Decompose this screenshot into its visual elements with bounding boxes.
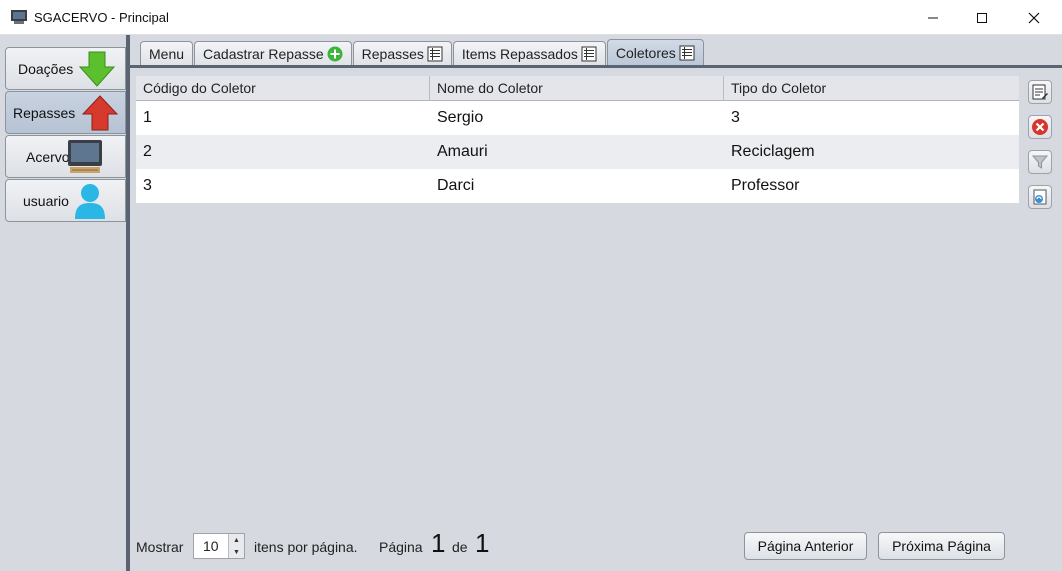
tab-cadastrar-repasse-label: Cadastrar Repasse — [203, 45, 324, 62]
list-icon — [581, 46, 597, 61]
close-icon — [1028, 12, 1040, 23]
table-row[interactable]: 1 Sergio 3 — [136, 101, 1019, 135]
table-cell: 2 — [143, 143, 152, 160]
table-cell: 3 — [731, 109, 740, 126]
coletores-table: Código do Coletor Nome do Coletor Tipo d… — [136, 76, 1019, 203]
edit-button[interactable] — [1028, 80, 1052, 104]
nav-acervo-button[interactable]: Acervo — [5, 135, 126, 178]
nav-repasses-label: Repasses — [13, 104, 76, 121]
side-toolbar — [1028, 80, 1052, 220]
table-cell: 1 — [143, 109, 152, 126]
page-of-label: de — [452, 539, 468, 555]
per-page-suffix: itens por página. — [254, 539, 358, 555]
table-row[interactable]: 3 Darci Professor — [136, 169, 1019, 203]
table-cell: 3 — [143, 177, 152, 194]
add-icon — [327, 46, 343, 61]
user-icon — [75, 184, 105, 219]
spinner-down-icon[interactable]: ▼ — [229, 546, 244, 558]
list-icon — [679, 45, 695, 60]
next-page-button[interactable]: Próxima Página — [878, 532, 1005, 560]
tab-items-repassados-label: Items Repassados — [461, 45, 578, 62]
edit-icon — [1032, 84, 1048, 100]
spinner-arrows: ▲ ▼ — [228, 534, 244, 558]
table-cell: Darci — [437, 177, 475, 194]
app-computer-icon — [11, 10, 27, 24]
pagination-bar: Mostrar 10 ▲ ▼ itens por página. Página … — [136, 528, 1016, 561]
tab-underline — [130, 65, 1062, 68]
close-button[interactable] — [1011, 0, 1057, 35]
items-per-page-spinner[interactable]: 10 ▲ ▼ — [193, 533, 245, 559]
nav-usuario-button[interactable]: usuario — [5, 179, 126, 222]
total-pages: 1 — [475, 528, 490, 558]
maximize-icon — [977, 12, 987, 23]
maximize-button[interactable] — [959, 0, 1005, 35]
minimize-icon — [928, 17, 938, 18]
content-panel: Menu Cadastrar Repasse Repasses Items Re… — [130, 35, 1062, 571]
tab-repasses-label: Repasses — [361, 45, 424, 62]
column-header-codigo[interactable]: Código do Coletor — [136, 76, 430, 100]
page-label: Página — [379, 539, 423, 555]
window-title: SGACERVO - Principal — [34, 10, 169, 25]
list-icon — [427, 46, 443, 61]
computer-icon — [68, 140, 102, 173]
nav-repasses-button[interactable]: Repasses — [5, 91, 126, 134]
nav-acervo-label: Acervo — [26, 148, 70, 165]
nav-usuario-label: usuario — [23, 192, 69, 209]
tab-cadastrar-repasse[interactable]: Cadastrar Repasse — [194, 41, 352, 65]
tab-coletores[interactable]: Coletores — [606, 39, 704, 65]
up-arrow-icon — [82, 95, 118, 131]
minimize-button[interactable] — [910, 0, 956, 35]
previous-page-button[interactable]: Página Anterior — [744, 532, 867, 560]
column-header-nome[interactable]: Nome do Coletor — [430, 76, 724, 100]
delete-button[interactable] — [1028, 115, 1052, 139]
refresh-button[interactable] — [1028, 185, 1052, 209]
items-per-page-value[interactable]: 10 — [194, 534, 228, 558]
tab-bar: Menu Cadastrar Repasse Repasses Items Re… — [140, 39, 705, 65]
filter-icon — [1031, 155, 1049, 169]
main-frame: Doações Repasses Acervo usuario Menu Cad… — [0, 35, 1062, 571]
column-header-tipo[interactable]: Tipo do Coletor — [724, 76, 1019, 100]
tab-items-repassados[interactable]: Items Repassados — [452, 41, 606, 65]
table-row[interactable]: 2 Amauri Reciclagem — [136, 135, 1019, 169]
nav-doacoes-label: Doações — [18, 60, 74, 77]
down-arrow-icon — [78, 51, 116, 87]
show-label: Mostrar — [136, 539, 184, 555]
current-page: 1 — [431, 528, 446, 558]
table-header: Código do Coletor Nome do Coletor Tipo d… — [136, 76, 1019, 101]
nav-doacoes-button[interactable]: Doações — [5, 47, 126, 90]
table-cell: Sergio — [437, 109, 484, 126]
delete-icon — [1032, 119, 1048, 135]
tab-menu[interactable]: Menu — [140, 41, 194, 65]
tab-menu-label: Menu — [149, 45, 185, 62]
filter-button[interactable] — [1028, 150, 1052, 174]
tab-repasses[interactable]: Repasses — [352, 41, 452, 65]
spinner-up-icon[interactable]: ▲ — [229, 534, 244, 546]
table-cell: Professor — [731, 177, 800, 194]
left-nav: Doações Repasses Acervo usuario — [0, 35, 127, 571]
table-cell: Reciclagem — [731, 143, 815, 160]
title-bar: SGACERVO - Principal — [0, 0, 1062, 35]
table-cell: Amauri — [437, 143, 488, 160]
tab-coletores-label: Coletores — [615, 44, 676, 61]
refresh-icon — [1033, 189, 1047, 205]
